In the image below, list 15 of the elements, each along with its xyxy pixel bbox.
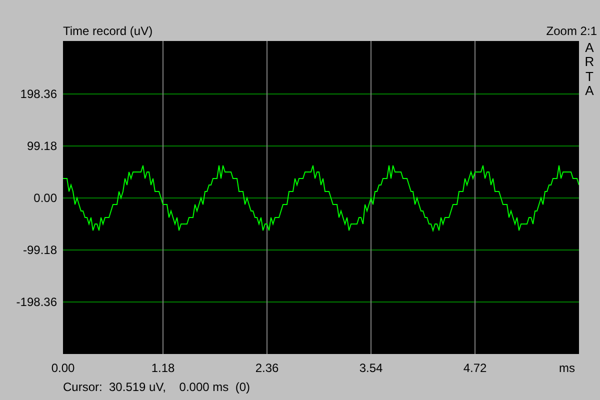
y-axis-label: -99.18 — [22, 243, 57, 257]
x-axis-label: 2.36 — [255, 361, 279, 375]
x-axis-label: 0.00 — [51, 361, 75, 375]
brand-label: ARTA — [584, 41, 596, 100]
x-axis-label: 1.18 — [151, 361, 175, 375]
y-axis-label: -198.36 — [16, 295, 57, 309]
unit-label: ms — [559, 361, 575, 375]
zoom-label: Zoom 2:1 — [546, 24, 597, 38]
y-axis-label: 0.00 — [34, 191, 57, 205]
x-axis-label: 4.72 — [463, 361, 487, 375]
chart-title: Time record (uV) — [63, 24, 153, 38]
y-axis-label: 198.36 — [20, 87, 57, 101]
cursor-readout: Cursor: 30.519 uV, 0.000 ms (0) — [63, 380, 250, 394]
y-axis-label: 99.18 — [26, 139, 57, 153]
x-axis-label: 3.54 — [359, 361, 383, 375]
